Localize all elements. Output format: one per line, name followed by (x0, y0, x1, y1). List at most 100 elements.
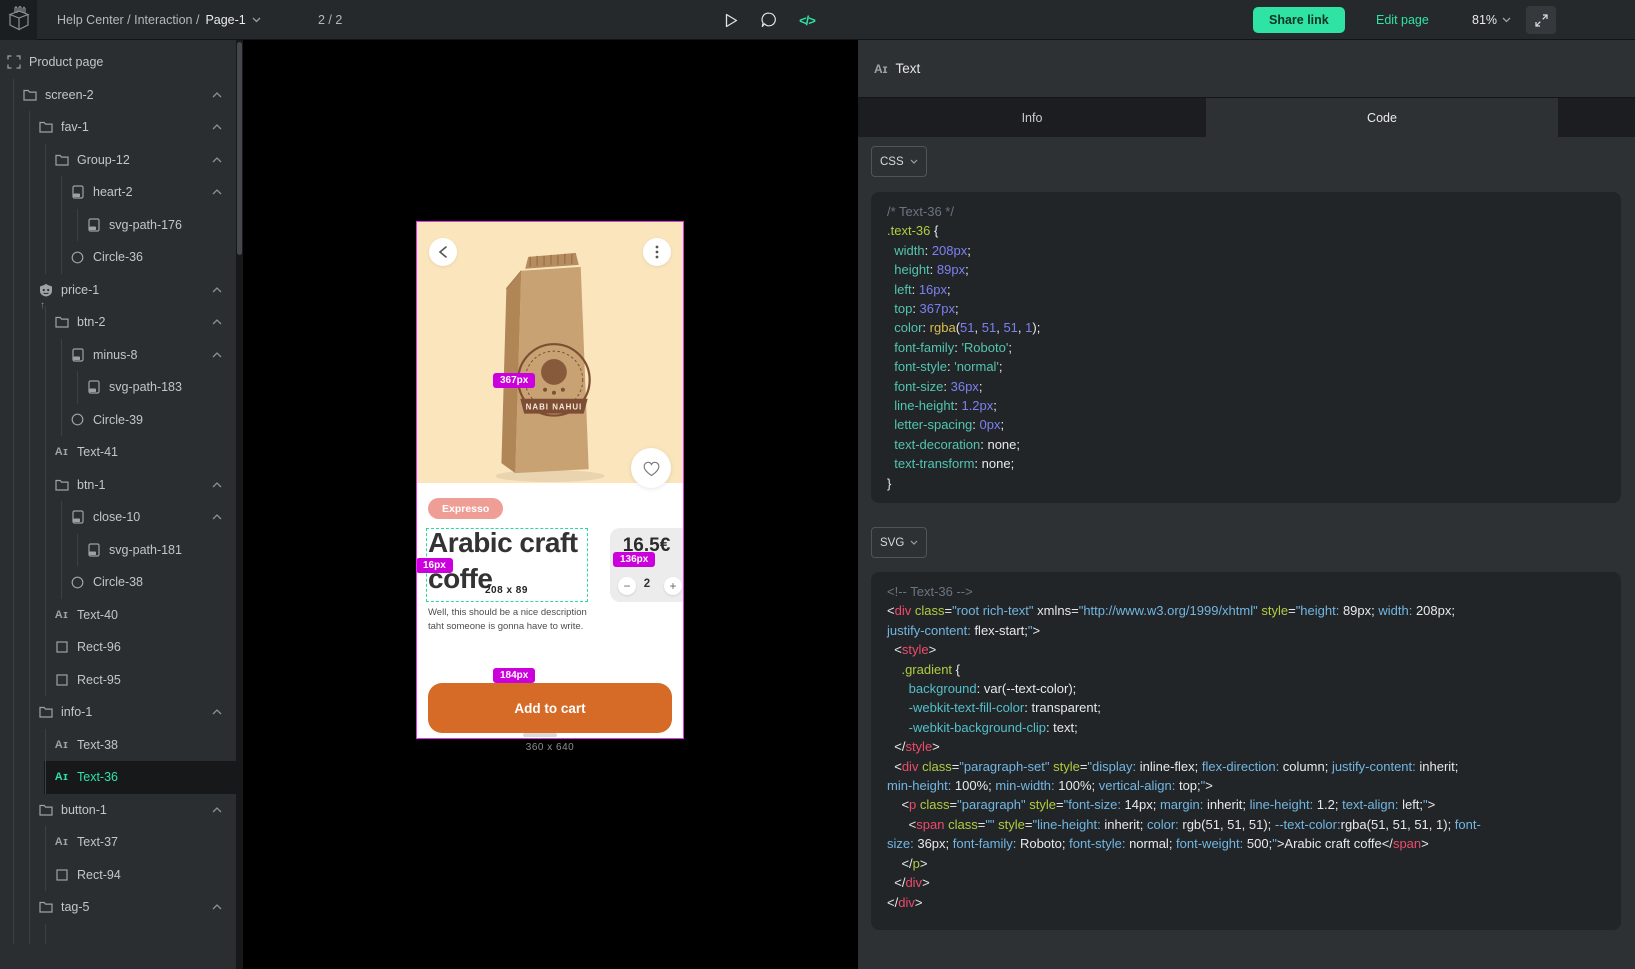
layer-row-btn-2[interactable]: btn-2 (0, 306, 236, 339)
sidebar-scrollbar-thumb[interactable] (237, 42, 242, 255)
layer-row-product page[interactable]: Product page (0, 46, 236, 79)
layer-row-minus-8[interactable]: minus-8 (0, 339, 236, 372)
chevron-up-icon[interactable] (212, 319, 222, 325)
layer-row-rect-95[interactable]: Rect-95 (0, 664, 236, 697)
layer-row-group-12[interactable]: Group-12 (0, 144, 236, 177)
tree-indent-guide (45, 664, 46, 697)
chevron-up-icon[interactable] (212, 904, 222, 910)
tree-indent-guide (45, 566, 46, 599)
code-line: width: 208px; (887, 241, 1605, 260)
code-line: <div class="paragraph-set" style="displa… (887, 757, 1605, 776)
chevron-up-icon[interactable] (212, 92, 222, 98)
chevron-up-icon[interactable] (212, 157, 222, 163)
code-line: top: 367px; (887, 299, 1605, 318)
favorite-button[interactable] (631, 448, 671, 488)
layer-row-text-41[interactable]: AɪText-41 (0, 436, 236, 469)
chevron-down-icon (910, 159, 918, 164)
tree-indent-guide (13, 891, 14, 924)
layer-row-text-36[interactable]: AɪText-36 (0, 761, 236, 794)
tree-indent-guide (13, 79, 14, 112)
tab-code[interactable]: Code (1206, 98, 1558, 138)
product-page-frame[interactable]: NABI NAHUI Expresso Arabic craft coffe 1… (417, 222, 683, 738)
layer-row-heart-2[interactable]: heart-2 (0, 176, 236, 209)
layer-row-circle-38[interactable]: Circle-38 (0, 566, 236, 599)
play-button[interactable] (716, 0, 746, 40)
layer-row-price-1[interactable]: price-1↑ (0, 274, 236, 307)
inspector-panel: Aɪ Text Info Code CSS /* Text-36 */.text… (858, 40, 1635, 969)
heart-icon (642, 460, 661, 477)
chevron-up-icon[interactable] (212, 482, 222, 488)
layer-row-text-37[interactable]: AɪText-37 (0, 826, 236, 859)
tree-indent-guide (29, 436, 30, 469)
layer-row-btn-1[interactable]: btn-1 (0, 469, 236, 502)
css-code-block: /* Text-36 */.text-36 { width: 208px; he… (871, 192, 1621, 503)
chevron-up-icon[interactable] (212, 352, 222, 358)
layer-row-svg-path-183[interactable]: svg-path-183 (0, 371, 236, 404)
mask-icon (38, 282, 53, 297)
layer-row-rect-94[interactable]: Rect-94 (0, 859, 236, 892)
tab-info[interactable]: Info (858, 98, 1206, 138)
chevron-up-icon[interactable] (212, 709, 222, 715)
layer-row-button-1[interactable]: button-1 (0, 794, 236, 827)
tree-indent-guide (29, 209, 30, 242)
layer-label: minus-8 (93, 348, 137, 362)
tree-indent-guide (13, 306, 14, 339)
folder-icon (22, 87, 37, 102)
layer-row-text-40[interactable]: AɪText-40 (0, 599, 236, 632)
minus-icon: − (623, 579, 630, 593)
layer-row-screen-2[interactable]: screen-2 (0, 79, 236, 112)
code-view-button[interactable]: </> (792, 0, 822, 40)
frame-icon (6, 55, 21, 70)
add-to-cart-button[interactable]: Add to cart (428, 683, 672, 733)
chevron-up-icon[interactable] (212, 807, 222, 813)
menu-button[interactable] (643, 238, 671, 266)
quantity-increase-button[interactable]: + (664, 577, 682, 595)
edit-page-link[interactable]: Edit page (1376, 0, 1429, 40)
layer-row-svg-path-181[interactable]: svg-path-181 (0, 534, 236, 567)
layer-row-tag-5[interactable]: tag-5 (0, 891, 236, 924)
product-description[interactable]: Well, this should be a nice description … (428, 606, 587, 633)
chevron-down-icon (252, 17, 261, 23)
layer-row-close-10[interactable]: close-10 (0, 501, 236, 534)
layer-row-svg-path-176[interactable]: svg-path-176 (0, 209, 236, 242)
layer-row-fav-1[interactable]: fav-1 (0, 111, 236, 144)
app-logo[interactable] (0, 0, 37, 40)
css-format-select[interactable]: CSS (871, 146, 927, 177)
svg-file-icon (70, 510, 85, 525)
tree-indent-guide (29, 534, 30, 567)
folder-icon (38, 900, 53, 915)
layer-row-circle-39[interactable]: Circle-39 (0, 404, 236, 437)
quantity-decrease-button[interactable]: − (618, 577, 636, 595)
svg-file-icon (70, 347, 85, 362)
tree-indent-guide (61, 566, 62, 599)
top-bar: Help Center / Interaction / Page-1 2 / 2… (0, 0, 1635, 40)
tree-indent-guide (45, 144, 46, 177)
layer-row-info-1[interactable]: info-1 (0, 696, 236, 729)
tree-indent-guide (29, 274, 30, 307)
svg-format-select[interactable]: SVG (871, 527, 927, 558)
measure-badge-left: 16px (417, 558, 453, 573)
chevron-up-icon[interactable] (212, 124, 222, 130)
share-link-button[interactable]: Share link (1253, 7, 1345, 33)
category-tag[interactable]: Expresso (428, 498, 503, 519)
chevron-up-icon[interactable] (212, 287, 222, 293)
layer-label: Text-38 (77, 738, 118, 752)
layer-row-circle-36[interactable]: Circle-36 (0, 241, 236, 274)
code-line: text-transform: none; (887, 454, 1605, 473)
back-button[interactable] (429, 238, 457, 266)
layer-label: Group-12 (77, 153, 130, 167)
layer-row-rect-96[interactable]: Rect-96 (0, 631, 236, 664)
layer-row-text-38[interactable]: AɪText-38 (0, 729, 236, 762)
text-icon: Aɪ (54, 607, 69, 622)
fullscreen-button[interactable] (1526, 6, 1556, 34)
chevron-up-icon[interactable] (212, 514, 222, 520)
chevron-up-icon[interactable] (212, 189, 222, 195)
comment-button[interactable] (754, 0, 784, 40)
breadcrumb[interactable]: Help Center / Interaction / Page-1 (57, 0, 261, 40)
design-canvas[interactable]: NABI NAHUI Expresso Arabic craft coffe 1… (243, 40, 858, 969)
folder-icon (54, 477, 69, 492)
tree-indent-guide (29, 241, 30, 274)
zoom-level-control[interactable]: 81% (1472, 0, 1511, 40)
product-image-section[interactable]: NABI NAHUI (417, 222, 683, 483)
tree-indent-guide (45, 729, 46, 762)
